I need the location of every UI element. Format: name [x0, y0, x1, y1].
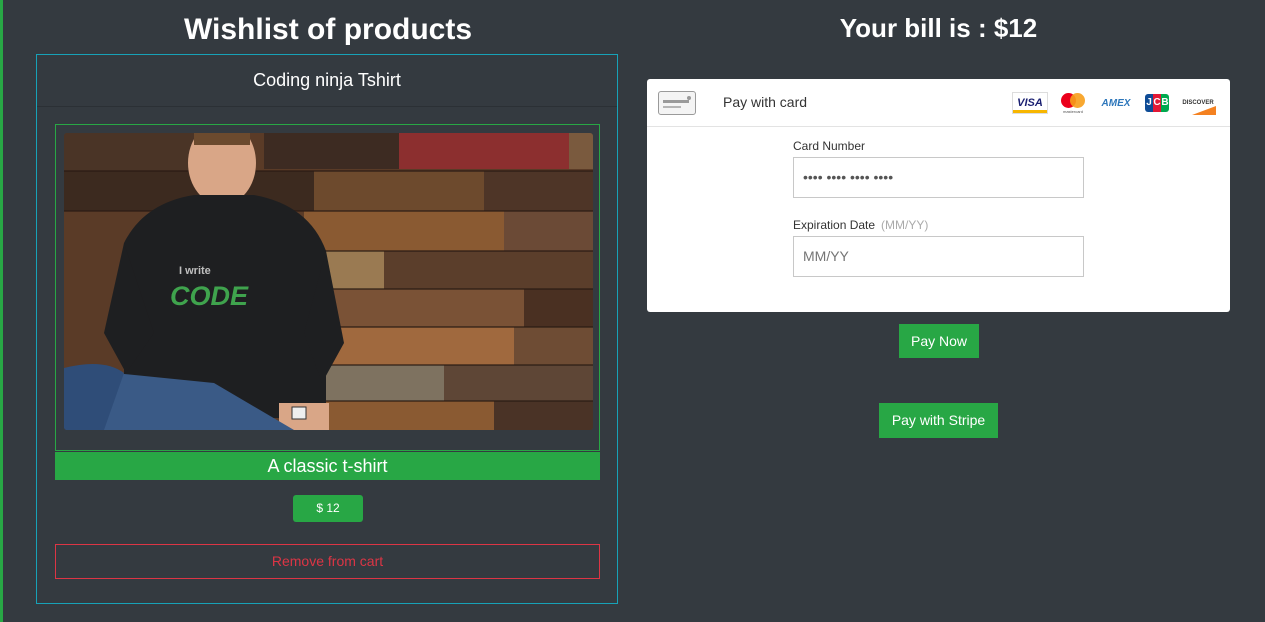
card-brand-logos: VISA mastercard AMEX JCB DISCOVER: [1012, 91, 1216, 115]
discover-icon: DISCOVER: [1180, 92, 1216, 115]
pay-now-button[interactable]: Pay Now: [899, 324, 979, 358]
product-image: I write CODE: [64, 133, 593, 430]
card-payment-form: Pay with card VISA mastercard AMEX JCB D…: [647, 79, 1230, 312]
expiration-date-label: Expiration Date (MM/YY): [793, 218, 929, 232]
card-payment-header: Pay with card VISA mastercard AMEX JCB D…: [647, 79, 1230, 127]
product-image-frame: I write CODE: [55, 124, 600, 451]
bill-total-title: Your bill is : $12: [839, 13, 1038, 43]
remove-from-cart-button[interactable]: Remove from cart: [55, 544, 600, 579]
wishlist-title: Wishlist of products: [183, 13, 473, 46]
pay-with-card-label: Pay with card: [723, 94, 808, 110]
product-name: Coding ninja Tshirt: [37, 55, 617, 107]
product-card: Coding ninja Tshirt I write CODE A class…: [36, 54, 618, 604]
card-number-input[interactable]: •••• •••• •••• ••••: [793, 157, 1084, 198]
expiration-format-hint: (MM/YY): [881, 218, 929, 232]
svg-text:CODE: CODE: [170, 281, 249, 311]
pay-with-stripe-button[interactable]: Pay with Stripe: [879, 403, 998, 438]
mastercard-icon: mastercard: [1058, 92, 1088, 114]
jcb-icon: JCB: [1144, 92, 1170, 114]
left-edge-accent: [0, 0, 3, 622]
card-number-label: Card Number: [793, 139, 866, 153]
expiration-date-input[interactable]: MM/YY: [793, 236, 1084, 277]
product-description: A classic t-shirt: [55, 452, 600, 480]
visa-icon: VISA: [1012, 92, 1048, 114]
price-badge: $ 12: [293, 495, 363, 522]
svg-text:I write: I write: [179, 265, 211, 277]
credit-card-icon: [658, 91, 696, 115]
amex-icon: AMEX: [1101, 97, 1131, 109]
